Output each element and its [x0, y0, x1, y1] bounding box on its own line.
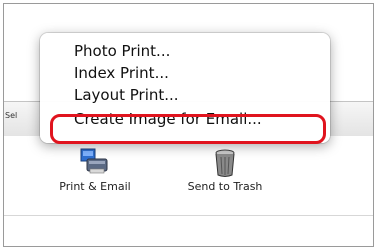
menu-item-layout-print[interactable]: Layout Print...: [74, 85, 179, 105]
divider: [4, 215, 373, 216]
send-to-trash-label: Send to Trash: [187, 180, 263, 193]
trash-icon: [215, 149, 235, 177]
print-email-label: Print & Email: [59, 180, 131, 193]
select-label: Sel: [5, 111, 18, 120]
menu-item-photo-print[interactable]: Photo Print...: [74, 41, 170, 61]
context-menu: Photo Print... Index Print... Layout Pri…: [40, 33, 330, 143]
menu-item-index-print[interactable]: Index Print...: [74, 63, 169, 83]
print-email-icon: [80, 148, 108, 174]
send-to-trash-button[interactable]: Send to Trash: [170, 148, 280, 193]
menu-item-create-image-for-email[interactable]: Create Image for Email...: [74, 109, 262, 129]
print-email-button[interactable]: Print & Email: [45, 148, 145, 193]
